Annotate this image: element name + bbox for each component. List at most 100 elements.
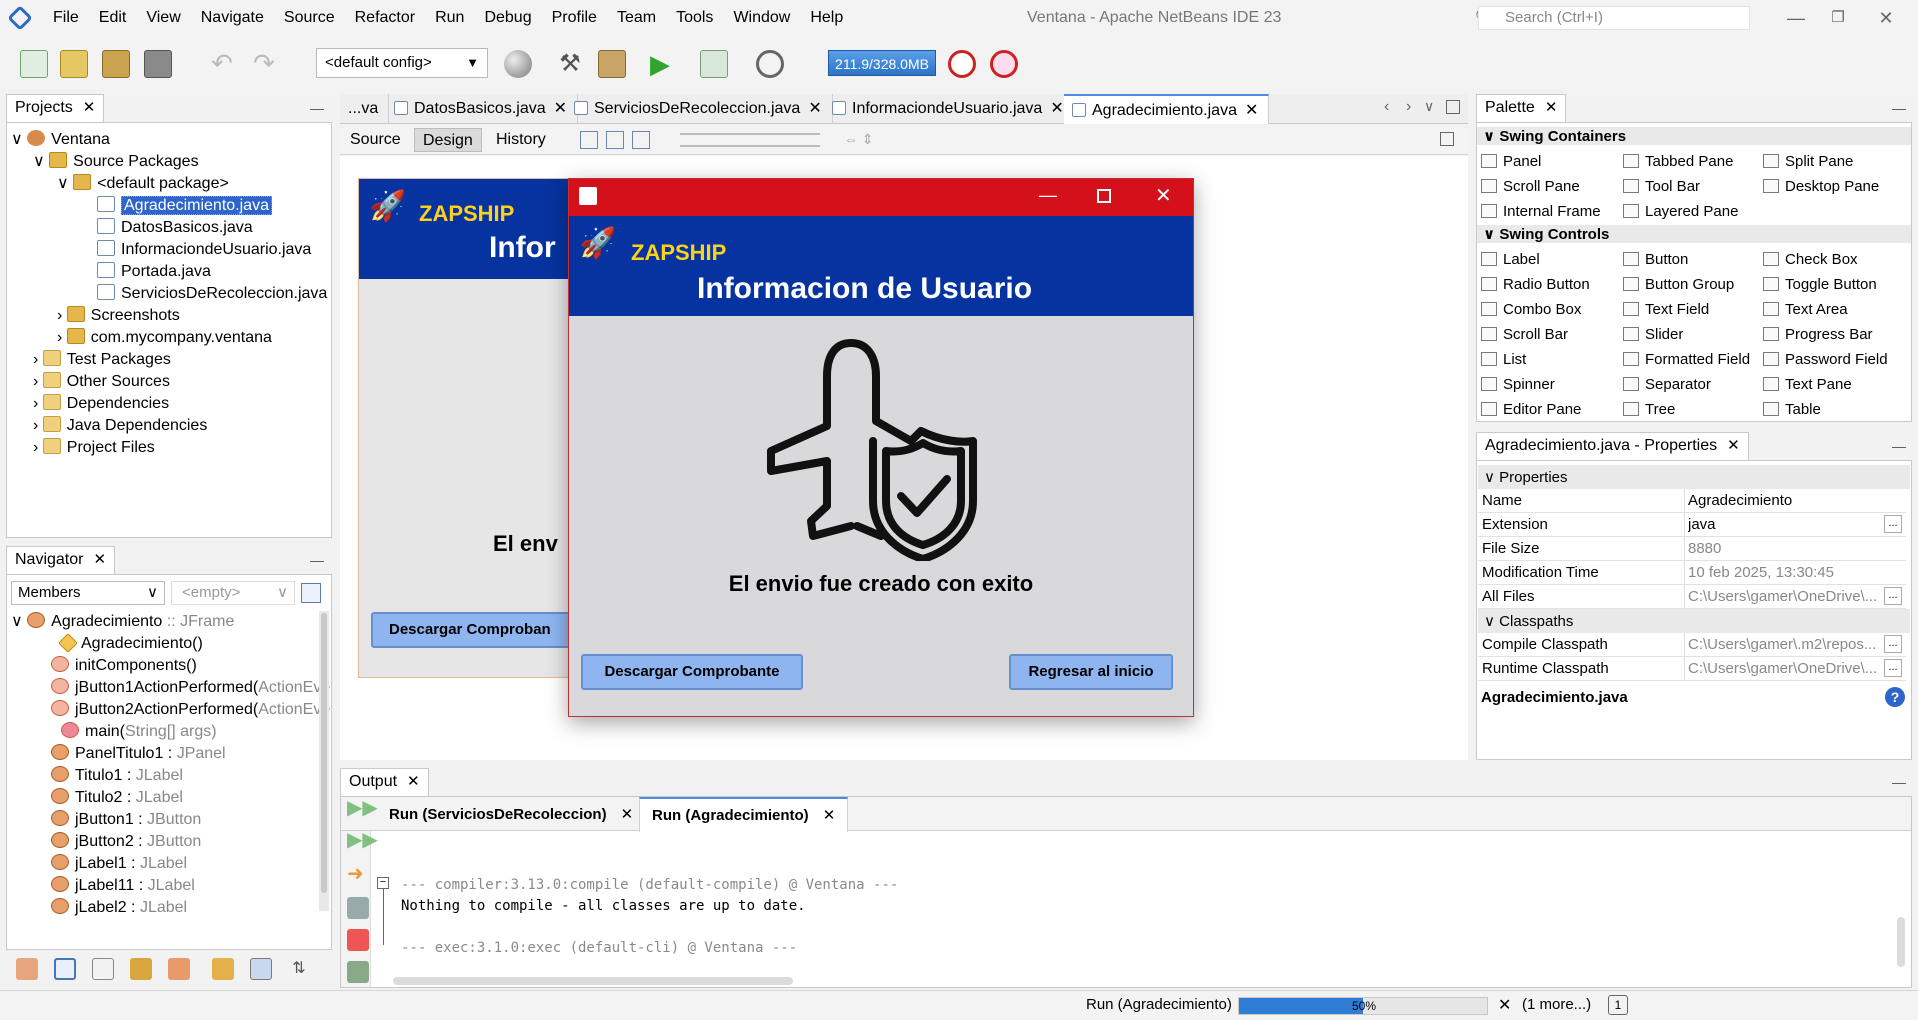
property-value[interactable]: Agradecimiento (1688, 492, 1878, 509)
tab-agradecimiento[interactable]: Agradecimiento.java ✕ (1064, 94, 1270, 124)
palette-item[interactable]: Scroll Pane (1481, 178, 1580, 195)
tree-node-source-packages[interactable]: ∨ Source Packages (33, 151, 199, 173)
minimize-icon[interactable]: — (1039, 185, 1057, 206)
cancel-task-icon[interactable]: ✕ (1498, 995, 1511, 1015)
close-icon[interactable]: ✕ (1727, 437, 1740, 454)
nav-item[interactable]: jButton1ActionPerformed(ActionEve (51, 677, 330, 699)
palette-item[interactable]: Label (1481, 251, 1540, 268)
minimize-window-button[interactable]: — (1772, 0, 1820, 36)
tree-node-project-files[interactable]: › Project Files (33, 437, 155, 459)
wrap-icon[interactable] (347, 961, 369, 983)
profile-icon[interactable] (756, 50, 784, 78)
maximize-window-button[interactable]: ❐ (1814, 0, 1862, 36)
close-icon[interactable]: ✕ (1545, 99, 1558, 116)
nav-item-constructor[interactable]: Agradecimiento() (58, 633, 203, 655)
palette-item[interactable]: Text Pane (1763, 376, 1852, 393)
nav-item[interactable]: main(String[] args) (61, 721, 217, 743)
palette-item[interactable]: Radio Button (1481, 276, 1590, 293)
property-row[interactable]: Name Agradecimiento (1478, 489, 1906, 513)
palette-item[interactable]: Formatted Field (1623, 351, 1750, 368)
palette-item[interactable]: Check Box (1763, 251, 1858, 268)
close-icon[interactable]: ✕ (1155, 183, 1172, 208)
close-icon[interactable]: ✕ (1245, 102, 1258, 119)
nav-item[interactable]: PanelTitulo1 : JPanel (51, 743, 226, 765)
search-input[interactable]: Search (Ctrl+I) (1478, 6, 1750, 30)
section-swing-containers[interactable]: ∨ Swing Containers (1477, 127, 1911, 145)
tree-node-agradecimiento[interactable]: Agradecimiento.java (97, 195, 272, 217)
tree-node-servicios[interactable]: ServiciosDeRecoleccion.java (97, 283, 327, 305)
palette-item[interactable]: Button Group (1623, 276, 1734, 293)
property-row[interactable]: Extension java... (1478, 513, 1906, 537)
build-hammer-icon[interactable]: ⚒ (556, 50, 584, 78)
save-all-icon[interactable] (144, 50, 172, 78)
palette-item[interactable]: Combo Box (1481, 301, 1581, 318)
tree-node-ventana[interactable]: ∨ Ventana (11, 129, 110, 151)
fold-collapse-icon[interactable]: − (377, 877, 389, 889)
palette-item[interactable]: Spinner (1481, 376, 1555, 393)
gc-icon[interactable] (948, 50, 976, 78)
new-file-icon[interactable] (20, 50, 48, 78)
tree-node-dependencies[interactable]: › Dependencies (33, 393, 169, 415)
nav-item[interactable]: initComponents() (51, 655, 197, 677)
menu-profile[interactable]: Profile (542, 0, 607, 36)
palette-item[interactable]: List (1481, 351, 1526, 368)
filter-fields-icon[interactable] (16, 958, 38, 980)
close-icon[interactable]: ✕ (823, 807, 836, 824)
clean-build-icon[interactable] (598, 50, 626, 78)
connection-mode-icon[interactable] (606, 131, 624, 149)
ellipsis-button[interactable]: ... (1884, 659, 1902, 677)
form-download-button[interactable]: Descargar Comproban (371, 612, 581, 648)
palette-item[interactable]: Text Field (1623, 301, 1709, 318)
navigator-scrollbar[interactable] (319, 611, 329, 911)
minimize-panel-icon[interactable]: — (1892, 100, 1906, 116)
maximize-icon[interactable] (1097, 189, 1111, 203)
tree-node-default-package[interactable]: ∨ <default package> (57, 173, 229, 195)
download-receipt-button[interactable]: Descargar Comprobante (581, 654, 803, 690)
nav-item[interactable]: Titulo1 : JLabel (51, 765, 183, 787)
palette-item[interactable]: Button (1623, 251, 1688, 268)
menu-view[interactable]: View (136, 0, 190, 36)
menu-navigate[interactable]: Navigate (191, 0, 274, 36)
menu-refactor[interactable]: Refactor (345, 0, 425, 36)
sort-by-source-icon[interactable] (212, 958, 234, 980)
debug-icon[interactable] (700, 50, 728, 78)
palette-item[interactable]: Editor Pane (1481, 401, 1581, 418)
tab-run-servicios[interactable]: Run (ServiciosDeRecoleccion) ✕ (377, 799, 647, 831)
filter-nonpublic-icon[interactable] (92, 958, 114, 980)
memory-indicator[interactable]: 211.9/328.0MB (828, 50, 936, 76)
palette-item[interactable]: Separator (1623, 376, 1711, 393)
scroll-tabs-left-icon[interactable]: ‹ (1384, 98, 1389, 116)
stop-icon[interactable] (347, 929, 369, 951)
tree-node-test-packages[interactable]: › Test Packages (33, 349, 171, 371)
tab-overflow[interactable]: ...va (340, 94, 390, 124)
step-over-icon[interactable]: ➜ (347, 861, 364, 886)
tab-output[interactable]: Output ✕ (340, 768, 429, 796)
palette-item[interactable]: Tool Bar (1623, 178, 1700, 195)
menu-window[interactable]: Window (723, 0, 800, 36)
resize-tools-icon[interactable]: ⇔ ⇕ (844, 131, 874, 148)
open-project-icon[interactable] (102, 50, 130, 78)
tab-run-agradecimiento[interactable]: Run (Agradecimiento) ✕ (639, 797, 849, 832)
more-tasks-link[interactable]: (1 more...) (1522, 996, 1591, 1013)
redo-icon[interactable]: ↷ (250, 50, 278, 78)
tree-node-informaciondeusuario[interactable]: InformaciondeUsuario.java (97, 239, 311, 261)
minimize-panel-icon[interactable]: — (310, 100, 324, 116)
palette-item[interactable]: Toggle Button (1763, 276, 1877, 293)
tree-node-other-sources[interactable]: › Other Sources (33, 371, 170, 393)
close-icon[interactable]: ✕ (1050, 100, 1063, 117)
menu-tools[interactable]: Tools (666, 0, 723, 36)
filter-select[interactable]: <empty> ∨ (171, 581, 295, 605)
property-row[interactable]: Runtime Classpath C:\Users\gamer\OneDrive… (1478, 657, 1906, 681)
tab-informaciondeusuario[interactable]: InformaciondeUsuario.java ✕ (824, 94, 1075, 124)
new-project-icon[interactable] (60, 50, 88, 78)
property-row[interactable]: Compile Classpath C:\Users\gamer\.m2\repo… (1478, 633, 1906, 657)
palette-item[interactable]: Panel (1481, 153, 1541, 170)
property-row[interactable]: File Size 8880 (1478, 537, 1906, 561)
palette-item[interactable]: Table (1763, 401, 1821, 418)
back-to-start-button[interactable]: Regresar al inicio (1009, 654, 1173, 690)
minimize-panel-icon[interactable]: — (310, 552, 324, 568)
close-icon[interactable]: ✕ (808, 100, 821, 117)
notifications-icon[interactable]: 1 (1608, 995, 1628, 1015)
palette-item[interactable]: Desktop Pane (1763, 178, 1879, 195)
rerun-icon[interactable]: ▶▶ (347, 795, 378, 820)
